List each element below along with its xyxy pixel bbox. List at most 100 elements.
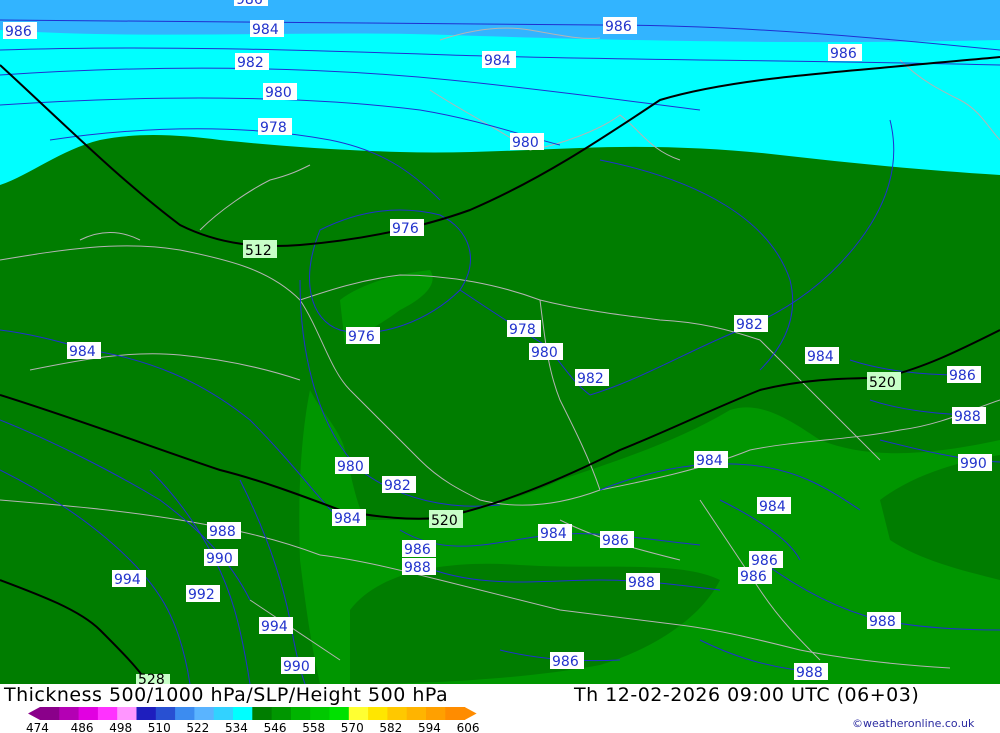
credit-link[interactable]: ©weatheronline.co.uk xyxy=(852,717,974,730)
isobar-label: 990 xyxy=(958,454,992,472)
isobar-label: 984 xyxy=(67,342,101,360)
legend-arrow-right xyxy=(464,707,477,720)
legend-tick-label: 474 xyxy=(26,721,49,733)
isobar-label: 980 xyxy=(510,133,544,151)
isobar-label: 986 xyxy=(828,44,862,62)
svg-text:982: 982 xyxy=(237,55,264,71)
legend-swatch xyxy=(252,707,273,720)
isobar-label: 986 xyxy=(550,652,584,670)
svg-text:978: 978 xyxy=(260,120,287,136)
svg-text:984: 984 xyxy=(696,453,723,469)
svg-text:988: 988 xyxy=(954,409,981,425)
svg-text:976: 976 xyxy=(348,329,375,345)
svg-text:994: 994 xyxy=(114,572,141,588)
color-legend: 474 486 498 510 522 534 546 558 570 582 594 606 xyxy=(26,707,480,733)
isobar-label: 988 xyxy=(207,522,241,540)
svg-text:988: 988 xyxy=(869,614,896,630)
svg-text:512: 512 xyxy=(245,243,272,259)
svg-text:982: 982 xyxy=(577,371,604,387)
isobar-label: 984 xyxy=(250,20,284,38)
legend-tick-label: 570 xyxy=(341,721,364,733)
svg-text:528: 528 xyxy=(138,672,165,684)
svg-text:986: 986 xyxy=(236,0,263,8)
svg-text:980: 980 xyxy=(512,135,539,151)
svg-text:990: 990 xyxy=(206,551,233,567)
legend-swatch xyxy=(213,707,234,720)
legend-tick-label: 558 xyxy=(302,721,325,733)
isobar-label: 992 xyxy=(186,585,220,603)
height-label: 520 xyxy=(867,372,901,391)
svg-text:980: 980 xyxy=(531,345,558,361)
svg-text:986: 986 xyxy=(740,569,767,585)
legend-swatch xyxy=(233,707,253,720)
legend-swatch xyxy=(117,707,137,720)
isobar-label: 982 xyxy=(734,315,768,333)
isobar-label: 984 xyxy=(757,497,791,515)
svg-text:984: 984 xyxy=(334,511,361,527)
svg-text:990: 990 xyxy=(960,456,987,472)
legend-swatch xyxy=(445,707,466,720)
isobar-label: 978 xyxy=(258,118,292,136)
svg-text:978: 978 xyxy=(509,322,536,338)
legend-swatch xyxy=(136,707,157,720)
isobar-label: 994 xyxy=(112,570,146,588)
weather-map: 986 984 982 980 978 986 984 980 986 976 … xyxy=(0,0,1000,684)
svg-text:984: 984 xyxy=(807,349,834,365)
svg-text:986: 986 xyxy=(751,553,778,569)
isobar-label: 988 xyxy=(626,573,660,591)
svg-text:992: 992 xyxy=(188,587,215,603)
legend-tick-label: 486 xyxy=(71,721,94,733)
isobar-label: 988 xyxy=(794,663,828,681)
svg-text:986: 986 xyxy=(949,368,976,384)
legend-swatch xyxy=(40,707,60,720)
svg-text:520: 520 xyxy=(869,375,896,391)
isobar-label: 984 xyxy=(805,347,839,365)
legend-swatch xyxy=(155,707,176,720)
isobar-label: 986 xyxy=(947,366,981,384)
height-label: 512 xyxy=(243,240,277,259)
legend-swatch xyxy=(59,707,80,720)
isobar-label: 978 xyxy=(507,320,541,338)
svg-text:984: 984 xyxy=(540,526,567,542)
svg-text:990: 990 xyxy=(283,659,310,675)
isobar-label: 990 xyxy=(281,657,315,675)
legend-swatch xyxy=(78,707,99,720)
svg-text:988: 988 xyxy=(404,560,431,576)
svg-text:982: 982 xyxy=(736,317,763,333)
svg-text:984: 984 xyxy=(484,53,511,69)
svg-text:984: 984 xyxy=(69,344,96,360)
legend-swatch xyxy=(97,707,118,720)
legend-tick-label: 546 xyxy=(264,721,287,733)
isobar-label: 984 xyxy=(538,524,572,542)
isobar-label: 982 xyxy=(382,476,416,494)
isobar-label: 988 xyxy=(952,407,986,425)
svg-text:984: 984 xyxy=(252,22,279,38)
svg-text:986: 986 xyxy=(605,19,632,35)
isobar-label: 986 xyxy=(738,567,772,585)
svg-text:984: 984 xyxy=(759,499,786,515)
legend-tick-label: 522 xyxy=(186,721,209,733)
legend-tick-label: 594 xyxy=(418,721,441,733)
legend-swatch xyxy=(329,707,350,720)
isobar-label: 980 xyxy=(263,83,297,101)
svg-text:986: 986 xyxy=(602,533,629,549)
isobar-label: 986 xyxy=(600,531,634,549)
isobar-label: 982 xyxy=(235,53,269,71)
legend-swatch xyxy=(290,707,311,720)
isobar-label: 976 xyxy=(390,219,424,237)
isobar-label: 988 xyxy=(867,612,901,630)
svg-text:986: 986 xyxy=(404,542,431,558)
isobar-label: 976 xyxy=(346,327,380,345)
svg-text:520: 520 xyxy=(431,513,458,529)
legend-tick-label: 498 xyxy=(109,721,132,733)
legend-swatch xyxy=(310,707,330,720)
legend-swatch xyxy=(194,707,215,720)
legend-swatch xyxy=(406,707,427,720)
height-label: 520 xyxy=(429,510,463,529)
svg-text:988: 988 xyxy=(209,524,236,540)
isobar-label: 986 xyxy=(603,17,637,35)
isobar-label: 986 xyxy=(749,551,783,569)
isobar-label: 984 xyxy=(694,451,728,469)
svg-text:976: 976 xyxy=(392,221,419,237)
svg-text:986: 986 xyxy=(5,24,32,40)
